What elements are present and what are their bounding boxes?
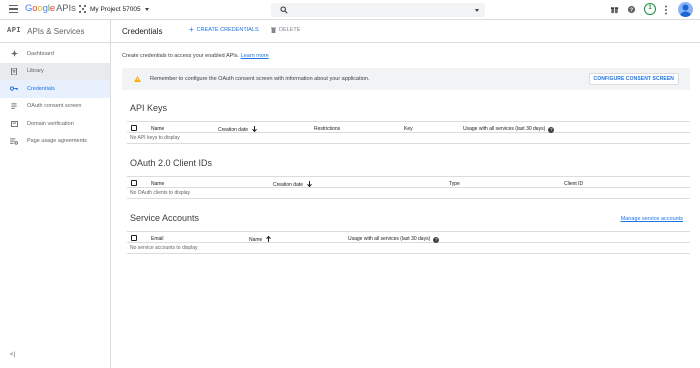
column-type[interactable]: Type [449, 181, 460, 187]
sidebar: API APIs & Services Dashboard Library Cr… [0, 20, 111, 368]
menu-icon[interactable] [9, 5, 18, 14]
warning-icon [134, 76, 141, 82]
api-icon: API [7, 27, 22, 35]
column-name[interactable]: Name [151, 181, 164, 187]
empty-message: No OAuth clients to display [127, 188, 690, 199]
project-icon [79, 5, 87, 13]
table-header: Name Creation date Restrictions Key Usag… [127, 121, 690, 133]
manage-service-accounts-link[interactable]: Manage service accounts [621, 216, 683, 222]
search-input[interactable] [271, 3, 485, 17]
table-header: Name Creation date Type Client ID [127, 176, 690, 188]
collapse-sidebar-button[interactable]: <| [10, 352, 15, 358]
search-icon [280, 6, 288, 14]
configure-consent-screen-button[interactable]: CONFIGURE CONSENT SCREEN [588, 73, 679, 85]
settings-list-icon [10, 137, 18, 145]
sidebar-item-label: Dashboard [27, 50, 54, 57]
column-restrictions[interactable]: Restrictions [314, 126, 340, 132]
consent-warning-banner: Remember to configure the OAuth consent … [122, 68, 690, 90]
sidebar-item-label: OAuth consent screen [27, 103, 82, 110]
column-usage[interactable]: Usage with all services (last 30 days)? [463, 125, 555, 133]
select-all-checkbox[interactable] [131, 234, 137, 241]
main-content: Credentials + CREATE CREDENTIALS DELETE … [111, 20, 700, 368]
arrow-down-icon [307, 180, 312, 187]
sidebar-item-label: Library [27, 68, 44, 75]
service-accounts-table: Email Name Usage with all services (last… [127, 231, 690, 254]
sidebar-item-dashboard[interactable]: Dashboard [0, 45, 110, 63]
key-icon [10, 85, 18, 93]
column-key[interactable]: Key [404, 126, 413, 132]
add-icon: + [189, 25, 194, 34]
domain-icon [10, 120, 18, 128]
column-label: Usage with all services (last 30 days) [348, 235, 431, 242]
column-name[interactable]: Name [151, 126, 164, 132]
library-icon [10, 67, 18, 75]
more-vert-icon[interactable] [663, 5, 669, 15]
column-creation-date[interactable]: Creation date [273, 180, 312, 188]
help-icon[interactable]: ? [548, 126, 555, 133]
top-bar: GoogleAPIs My Project 57005 ? 1 [0, 0, 700, 20]
trash-icon [271, 27, 276, 33]
notifications-badge[interactable]: 1 [644, 3, 656, 15]
sidebar-item-page-usage-agreements[interactable]: Page usage agreements [0, 133, 110, 151]
create-credentials-button[interactable]: + CREATE CREDENTIALS [189, 25, 259, 34]
learn-more-link[interactable]: Learn more [241, 53, 269, 59]
account-icon [680, 4, 691, 17]
create-credentials-label: CREATE CREDENTIALS [196, 27, 259, 33]
column-label: Name [249, 236, 263, 243]
sidebar-header: API APIs & Services [0, 20, 110, 43]
select-all-checkbox[interactable] [131, 179, 137, 186]
svg-text:?: ? [630, 8, 633, 14]
help-icon[interactable]: ? [627, 5, 636, 14]
avatar[interactable] [678, 2, 693, 17]
project-selector[interactable]: My Project 57005 [79, 5, 149, 13]
column-email[interactable]: Email [151, 236, 164, 242]
page-title: Credentials [122, 26, 163, 36]
intro-sentence: Create credentials to access your enable… [122, 53, 240, 59]
arrow-down-icon [252, 125, 257, 132]
service-accounts-title: Service Accounts [130, 213, 200, 223]
gift-icon[interactable] [610, 5, 619, 14]
delete-button[interactable]: DELETE [271, 27, 300, 33]
select-all-checkbox[interactable] [131, 124, 137, 131]
chevron-down-icon [144, 7, 149, 11]
column-name[interactable]: Name [249, 235, 272, 243]
column-usage[interactable]: Usage with all services (last 30 days)? [348, 235, 440, 243]
sidebar-item-domain-verification[interactable]: Domain verification [0, 115, 110, 133]
intro-text: Create credentials to access your enable… [122, 53, 269, 59]
api-keys-title: API Keys [130, 103, 168, 113]
search-dropdown-icon[interactable] [475, 8, 479, 12]
consent-icon [10, 102, 18, 110]
google-apis-logo[interactable]: GoogleAPIs [25, 3, 76, 14]
arrow-up-icon [266, 235, 272, 242]
delete-label: DELETE [279, 27, 301, 33]
dashboard-icon [10, 50, 18, 58]
column-creation-date[interactable]: Creation date [218, 125, 257, 133]
sidebar-item-oauth-consent[interactable]: OAuth consent screen [0, 98, 110, 116]
sidebar-item-label: Credentials [27, 85, 55, 92]
empty-message: No service accounts to display [127, 243, 690, 254]
column-label: Creation date [273, 181, 304, 188]
sidebar-nav: Dashboard Library Credentials OAuth cons… [0, 45, 110, 150]
banner-message: Remember to configure the OAuth consent … [150, 76, 370, 82]
table-header: Email Name Usage with all services (last… [127, 231, 690, 243]
project-name: My Project 57005 [90, 5, 141, 13]
empty-message: No API keys to display [127, 133, 690, 144]
api-keys-table: Name Creation date Restrictions Key Usag… [127, 121, 690, 144]
sidebar-title: APIs & Services [27, 26, 85, 36]
help-icon[interactable]: ? [433, 236, 440, 243]
oauth-table: Name Creation date Type Client ID No OAu… [127, 176, 690, 199]
oauth-title: OAuth 2.0 Client IDs [130, 158, 213, 168]
column-label: Usage with all services (last 30 days) [463, 125, 546, 132]
column-client-id[interactable]: Client ID [564, 181, 583, 187]
sidebar-item-label: Page usage agreements [27, 138, 87, 145]
sidebar-item-library[interactable]: Library [0, 62, 110, 80]
sidebar-item-credentials[interactable]: Credentials [0, 80, 110, 98]
column-label: Creation date [218, 126, 249, 133]
sidebar-item-label: Domain verification [27, 120, 74, 127]
